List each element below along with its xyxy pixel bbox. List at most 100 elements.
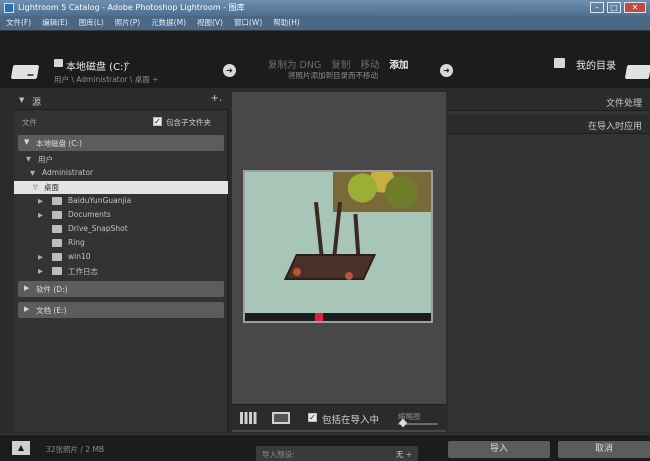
volume-label: 软件 (D:) xyxy=(36,285,68,294)
include-subfolders-checkbox[interactable]: ✓ xyxy=(153,117,162,126)
import-preset-label: 导入预设: xyxy=(262,450,295,459)
loupe-view-icon[interactable] xyxy=(272,412,290,424)
expand-triangle-icon: ▼ xyxy=(24,138,30,146)
tree-row[interactable]: ▶ Documents xyxy=(14,209,228,222)
tree-label: win10 xyxy=(68,252,91,261)
mode-description: 将照片添加到目录而不移动 xyxy=(288,71,378,80)
photo-thumbnail[interactable] xyxy=(243,170,433,323)
window-title: Lightroom 5 Catalog - Adobe Photoshop Li… xyxy=(18,3,245,12)
thumbnail-toolbar xyxy=(245,313,431,321)
file-handling-section[interactable]: 文件处理 xyxy=(448,92,650,111)
window-controls: – □ ✕ xyxy=(590,0,646,13)
thumbnail-image xyxy=(245,172,431,313)
menu-file[interactable]: 文件(F) xyxy=(6,16,31,30)
tree-row[interactable]: ▶ BaiduYunGuanjia xyxy=(14,195,228,208)
collapse-toggle-button[interactable]: ▲ xyxy=(12,441,30,455)
import-preset-value: 无 ÷ xyxy=(395,450,412,459)
include-subfolders-label: 包含子文件夹 xyxy=(166,118,211,127)
image-wheel xyxy=(293,268,301,276)
folder-icon xyxy=(52,225,62,233)
source-drive-icon xyxy=(10,65,40,79)
tree-row[interactable]: ▼ Administrator xyxy=(14,167,228,180)
expand-triangle-icon: ▼ xyxy=(30,169,35,177)
tree-label: BaiduYunGuanjia xyxy=(68,196,132,205)
arrow-right-icon: ➜ xyxy=(440,64,453,77)
tree-row[interactable]: ▶ 工作日志 xyxy=(14,265,228,278)
maximize-button[interactable]: □ xyxy=(607,2,621,13)
apply-during-import-section[interactable]: 在导入时应用 xyxy=(448,115,650,134)
tree-label: Administrator xyxy=(42,168,94,177)
source-panel-title: 源 xyxy=(32,98,42,108)
tree-row[interactable]: ▼ 用户 xyxy=(14,153,228,166)
close-button[interactable]: ✕ xyxy=(624,2,646,13)
tree-row[interactable]: Ring xyxy=(14,237,228,250)
tree-row-selected[interactable]: ▽ 桌面 xyxy=(14,181,228,194)
minimize-button[interactable]: – xyxy=(590,2,604,13)
import-mode-selector: 复制为 DNG 复制 移动 添加 xyxy=(268,57,408,71)
source-panel: ▼ 源 +. 文件 ✓ 包含子文件夹 ▼ 本地磁盘 (C:) ▼ 用户 ▼ Ad… xyxy=(14,92,228,432)
image-foliage xyxy=(333,172,431,212)
grid-toolbar: ✓ 包括在导入中 缩略图 xyxy=(232,404,446,430)
menu-help[interactable]: 帮助(H) xyxy=(273,16,300,30)
import-header: 本地磁盘 (C:) ÷ 用户 \ Administrator \ 桌面 ÷ ➜ … xyxy=(0,30,650,88)
expand-triangle-icon: ▶ xyxy=(38,211,43,219)
bottom-bar: ▲ 32张照片 / 2 MB 导入预设: 无 ÷ 导入 取消 xyxy=(0,434,650,461)
volume-label: 文档 (E:) xyxy=(36,306,67,315)
menu-window[interactable]: 窗口(W) xyxy=(234,16,262,30)
folder-icon xyxy=(52,239,62,247)
cancel-button[interactable]: 取消 xyxy=(558,441,650,458)
photo-grid xyxy=(232,92,446,432)
destination-title: 我的目录 xyxy=(576,61,616,72)
menu-library[interactable]: 图库(L) xyxy=(79,16,104,30)
mode-move[interactable]: 移动 xyxy=(360,57,379,71)
import-button[interactable]: 导入 xyxy=(448,441,550,458)
mode-copy[interactable]: 复制 xyxy=(331,57,350,71)
expand-triangle-icon: ▼ xyxy=(26,155,31,163)
tree-label: 用户 xyxy=(38,155,53,164)
photo-count: 32张照片 / 2 MB xyxy=(46,445,105,454)
tree-row[interactable]: Drive_SnapShot xyxy=(14,223,228,236)
volume-label: 本地磁盘 (C:) xyxy=(36,139,82,148)
grid-view-icon[interactable] xyxy=(240,412,258,424)
source-panel-header[interactable]: ▼ 源 +. xyxy=(14,92,228,110)
lightroom-app-icon xyxy=(4,3,14,13)
tree-label: Ring xyxy=(68,238,85,247)
section-title: 文件处理 xyxy=(605,99,642,109)
thumbnail-size-slider[interactable] xyxy=(398,418,438,428)
folder-icon xyxy=(52,267,62,275)
menu-photo[interactable]: 照片(P) xyxy=(115,16,140,30)
expand-triangle-icon: ▶ xyxy=(24,284,30,292)
mode-add[interactable]: 添加 xyxy=(389,57,408,71)
expand-triangle-icon: ▶ xyxy=(38,197,43,205)
disk-icon xyxy=(54,59,63,67)
catalog-icon xyxy=(554,58,565,68)
tree-label: 桌面 xyxy=(44,183,59,192)
image-tower xyxy=(313,201,325,261)
source-title[interactable]: 本地磁盘 (C:) xyxy=(66,58,127,73)
source-dropdown-icon[interactable]: ÷ xyxy=(124,59,131,68)
image-cart xyxy=(283,254,377,280)
files-label: 文件 xyxy=(22,118,37,127)
tree-row[interactable]: ▶ win10 xyxy=(14,251,228,264)
image-wheel xyxy=(345,272,353,280)
folder-icon xyxy=(52,211,62,219)
volume-e[interactable]: ▶ 文档 (E:) xyxy=(18,302,224,318)
volume-d[interactable]: ▶ 软件 (D:) xyxy=(18,281,224,297)
expand-triangle-icon: ▶ xyxy=(38,267,43,275)
source-path-breadcrumb[interactable]: 用户 \ Administrator \ 桌面 ÷ xyxy=(54,74,158,85)
right-panel: 文件处理 在导入时应用 xyxy=(448,92,650,432)
include-in-import-checkbox[interactable]: ✓ xyxy=(308,413,317,422)
window-titlebar: Lightroom 5 Catalog - Adobe Photoshop Li… xyxy=(0,0,650,16)
menu-metadata[interactable]: 元数据(M) xyxy=(151,16,186,30)
tree-label: 工作日志 xyxy=(68,267,98,276)
menu-edit[interactable]: 编辑(E) xyxy=(42,16,68,30)
include-in-import-label: 包括在导入中 xyxy=(322,415,380,426)
import-preset-dropdown[interactable]: 导入预设: 无 ÷ xyxy=(256,446,418,461)
menu-view[interactable]: 视图(V) xyxy=(197,16,223,30)
collapse-triangle-icon[interactable]: ▼ xyxy=(19,96,24,104)
add-source-button[interactable]: +. xyxy=(210,93,222,104)
mode-copy-as-dng[interactable]: 复制为 DNG xyxy=(268,57,321,71)
volume-c[interactable]: ▼ 本地磁盘 (C:) xyxy=(18,135,224,151)
folder-icon xyxy=(52,197,62,205)
tree-label: Drive_SnapShot xyxy=(68,224,128,233)
